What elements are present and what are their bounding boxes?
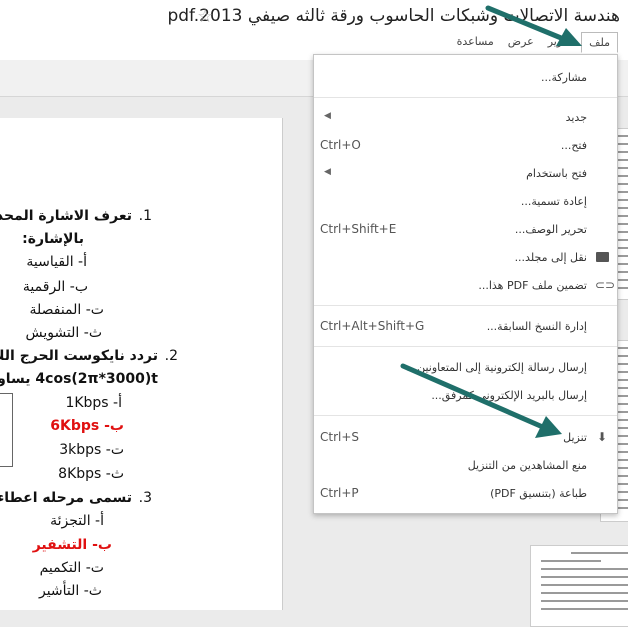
q2-option-b-correct: ب- 6Kbps (50, 418, 124, 434)
menu-help[interactable]: مساعدة (451, 32, 500, 53)
menu-item-share[interactable]: مشاركة... (314, 67, 617, 89)
menu-item-embed[interactable]: ⊂⊃ تضمين ملف PDF هذا... (314, 275, 617, 297)
prevent-download-label: منع المشاهدين من التنزيل (467, 459, 587, 472)
open-with-label: فتح باستخدام (526, 167, 587, 180)
submenu-arrow-icon: ◀ (324, 111, 331, 121)
link-icon: ⊂⊃ (595, 278, 616, 292)
q2-option-a: أ- 1Kbps (65, 395, 122, 411)
menu-item-print[interactable]: Ctrl+P طباعة (بتنسيق PDF) (314, 483, 617, 505)
q1-text-2: بالإشارة: (22, 231, 84, 247)
menu-item-email-collaborators[interactable]: إرسال رسالة إلكترونية إلى المتعاونين... (314, 357, 617, 379)
edit-description-label: تحرير الوصف... (514, 223, 587, 236)
print-shortcut: Ctrl+P (320, 486, 359, 500)
file-menu-dropdown: مشاركة... ◀ جديد Ctrl+O فتح... ◀ فتح باس… (313, 54, 618, 514)
figure-box (0, 393, 13, 467)
menu-view[interactable]: عرض (502, 32, 540, 53)
menu-divider (314, 346, 617, 347)
q1-text: تعرف الاشارة المحددة (0, 208, 132, 224)
menu-item-rename[interactable]: إعادة تسمية... (314, 191, 617, 213)
menu-item-email-attachment[interactable]: إرسال بالبريد الإلكتروني كمرفق... (314, 385, 617, 407)
top-bar: هندسة الاتصالات وشبكات الحاسوب ورقة ثالث… (0, 0, 628, 61)
menu-bar: ملف تحرير عرض مساعدة (449, 32, 618, 53)
menu-item-open-with[interactable]: ◀ فتح باستخدام (314, 163, 617, 185)
q2-number: 2. (164, 348, 178, 364)
q3-option-b-correct: ب- التشفير (32, 537, 112, 553)
menu-item-edit-description[interactable]: Ctrl+Shift+E تحرير الوصف... (314, 219, 617, 241)
q3-option-a: أ- التجزئة (50, 513, 104, 529)
move-to-folder-label: نقل إلى مجلد... (514, 251, 587, 264)
submenu-arrow-icon: ◀ (324, 167, 331, 177)
q1-number: 1. (138, 208, 152, 224)
menu-divider (314, 305, 617, 306)
q2-option-c: ت- 3kbps (59, 442, 124, 458)
new-label: جديد (565, 111, 587, 124)
manage-revisions-shortcut: Ctrl+Alt+Shift+G (320, 319, 425, 333)
menu-item-new[interactable]: ◀ جديد (314, 107, 617, 129)
q1-option-a: أ- القياسية (26, 254, 87, 270)
q1-option-b: ب- الرقمية (22, 279, 88, 295)
q2-option-d: ث- 8Kbps (58, 466, 124, 482)
menu-item-manage-revisions[interactable]: Ctrl+Alt+Shift+G إدارة النسخ السابقة... (314, 316, 617, 338)
folder-icon (595, 250, 609, 264)
page-thumbnail-3[interactable] (530, 545, 628, 627)
q3-option-d: ث- التأشير (38, 583, 102, 599)
embed-label: تضمين ملف PDF هذا... (478, 279, 587, 292)
star-icon[interactable]: ☆ (197, 6, 213, 27)
q2-text-2: 4cos(2π*3000)t يساوي (0, 371, 158, 387)
share-label: مشاركة... (541, 71, 587, 84)
menu-edit[interactable]: تحرير (542, 32, 579, 53)
q3-number: 3. (138, 490, 152, 506)
download-label: تنزيل (563, 431, 587, 444)
open-shortcut: Ctrl+O (320, 138, 361, 152)
download-icon: ⬇ (596, 430, 608, 444)
q2-text: تردد نايكوست الحرج اللازم (0, 348, 158, 364)
q3-option-c: ت- التكميم (39, 560, 104, 576)
download-shortcut: Ctrl+S (320, 430, 360, 444)
menu-item-prevent-download[interactable]: منع المشاهدين من التنزيل (314, 455, 617, 477)
menu-item-download[interactable]: ⬇ Ctrl+S تنزيل (314, 427, 617, 449)
email-attachment-label: إرسال بالبريد الإلكتروني كمرفق... (431, 389, 587, 402)
menu-item-open[interactable]: Ctrl+O فتح... (314, 135, 617, 157)
print-label: طباعة (بتنسيق PDF) (490, 487, 587, 500)
menu-file[interactable]: ملف (581, 32, 618, 53)
document-page: 1. تعرف الاشارة المحددة بالإشارة: أ- الق… (0, 118, 283, 610)
manage-revisions-label: إدارة النسخ السابقة... (486, 320, 587, 333)
menu-divider (314, 97, 617, 98)
q3-text: تسمى مرحله اعطاء (0, 490, 132, 506)
email-collaborators-label: إرسال رسالة إلكترونية إلى المتعاونين... (406, 361, 587, 374)
q1-option-d: ث- التشويش (25, 325, 102, 341)
edit-description-shortcut: Ctrl+Shift+E (320, 222, 397, 236)
menu-item-move-to-folder[interactable]: نقل إلى مجلد... (314, 247, 617, 269)
q1-option-c: ت- المنفصلة (29, 302, 104, 318)
document-title[interactable]: هندسة الاتصالات وشبكات الحاسوب ورقة ثالث… (167, 6, 620, 26)
rename-label: إعادة تسمية... (520, 195, 587, 208)
open-label: فتح... (560, 139, 587, 152)
menu-divider (314, 415, 617, 416)
